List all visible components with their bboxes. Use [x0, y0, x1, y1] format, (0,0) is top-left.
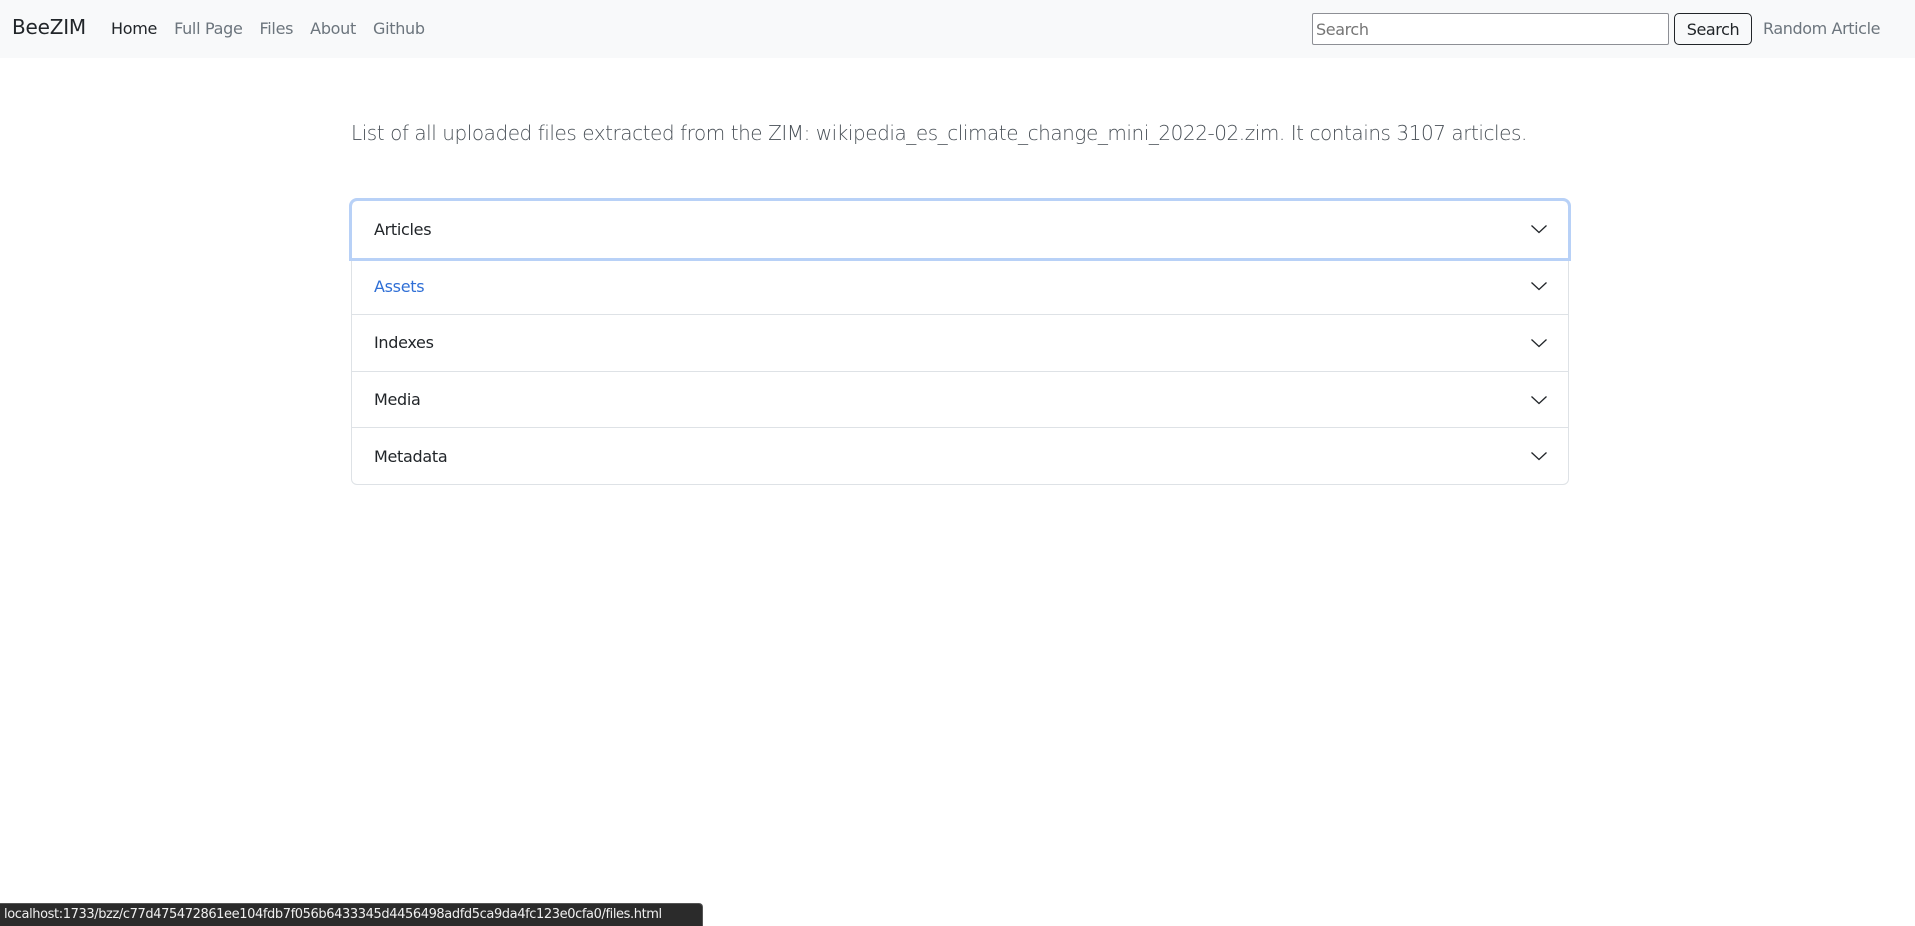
accordion-item-metadata: Metadata	[352, 427, 1568, 484]
accordion-item-assets: Assets	[352, 257, 1568, 315]
nav-link-full-page[interactable]: Full Page	[174, 19, 243, 38]
accordion-item-articles: Articles	[352, 201, 1568, 258]
brand-logo[interactable]: BeeZIM	[12, 15, 86, 39]
nav-link-github[interactable]: Github	[373, 19, 425, 38]
files-intro-text: List of all uploaded files extracted fro…	[351, 121, 1527, 145]
accordion-toggle-metadata[interactable]: Metadata	[352, 428, 1568, 484]
nav-link-home[interactable]: Home	[111, 19, 157, 38]
accordion-toggle-indexes[interactable]: Indexes	[352, 315, 1568, 371]
accordion-item-indexes: Indexes	[352, 314, 1568, 371]
chevron-down-icon	[1531, 395, 1547, 404]
accordion-label: Media	[374, 390, 421, 410]
random-article-link[interactable]: Random Article	[1763, 19, 1880, 38]
accordion-label: Indexes	[374, 333, 434, 353]
nav-link-files[interactable]: Files	[260, 19, 294, 38]
files-accordion: Articles Assets Indexes Media Metadata	[351, 200, 1569, 485]
search-button[interactable]: Search	[1674, 13, 1752, 45]
navbar: BeeZIM Home Full Page Files About Github…	[0, 0, 1915, 58]
nav-link-about[interactable]: About	[310, 19, 356, 38]
browser-status-bar: localhost:1733/bzz/c77d475472861ee104fdb…	[0, 903, 703, 926]
accordion-toggle-media[interactable]: Media	[352, 372, 1568, 428]
accordion-item-media: Media	[352, 370, 1568, 428]
accordion-toggle-assets[interactable]: Assets	[352, 259, 1568, 315]
accordion-toggle-articles[interactable]: Articles	[352, 201, 1568, 258]
nav-links: Home Full Page Files About Github	[111, 19, 442, 38]
accordion-label: Metadata	[374, 446, 448, 466]
accordion-label: Assets	[374, 276, 425, 296]
chevron-down-icon	[1531, 452, 1547, 461]
search-form: Search	[1312, 13, 1752, 45]
search-input[interactable]	[1312, 13, 1669, 45]
chevron-down-icon	[1531, 282, 1547, 291]
chevron-down-icon	[1531, 225, 1547, 234]
chevron-down-icon	[1531, 339, 1547, 348]
accordion-label: Articles	[374, 219, 432, 239]
